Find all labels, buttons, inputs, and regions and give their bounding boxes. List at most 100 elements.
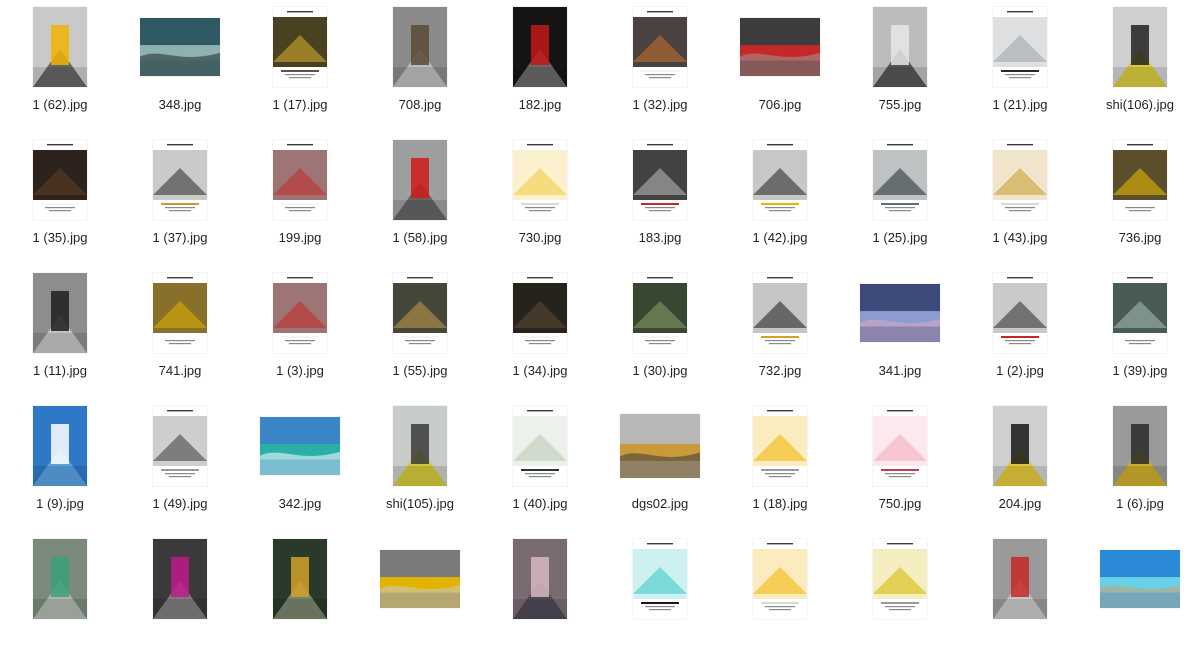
thumbnail-frame xyxy=(500,406,580,486)
file-name-label: 732.jpg xyxy=(758,363,802,378)
file-tile[interactable]: 182.jpg xyxy=(490,7,590,127)
file-name-label: 1 (49).jpg xyxy=(152,496,208,511)
thumbnail-image xyxy=(753,406,807,486)
file-grid: 1 (62).jpg 348.jpg 1 (17).jpg 708.jpg 18… xyxy=(0,0,1200,619)
thumbnail-frame xyxy=(140,140,220,220)
file-tile[interactable]: 1 (9).jpg xyxy=(10,406,110,526)
file-tile[interactable] xyxy=(850,539,950,659)
file-tile[interactable]: 1 (43).jpg xyxy=(970,140,1070,260)
thumbnail-frame xyxy=(380,140,460,220)
thumbnail-image xyxy=(753,273,807,353)
thumbnail-frame xyxy=(140,273,220,353)
file-tile[interactable]: shi(105).jpg xyxy=(370,406,470,526)
file-tile[interactable] xyxy=(610,539,710,659)
file-tile[interactable]: 1 (42).jpg xyxy=(730,140,830,260)
file-tile[interactable]: dgs02.jpg xyxy=(610,406,710,526)
file-name-label: 755.jpg xyxy=(878,97,922,112)
file-tile[interactable] xyxy=(970,539,1070,659)
file-tile[interactable]: 348.jpg xyxy=(130,7,230,127)
thumbnail-frame xyxy=(380,7,460,87)
file-name-label: 1 (21).jpg xyxy=(992,97,1048,112)
file-name-label: 204.jpg xyxy=(998,496,1042,511)
thumbnail-frame xyxy=(740,273,820,353)
file-tile[interactable] xyxy=(490,539,590,659)
file-name-label: 1 (9).jpg xyxy=(36,496,84,511)
file-tile[interactable]: 1 (49).jpg xyxy=(130,406,230,526)
thumbnail-image xyxy=(513,140,567,220)
thumbnail-image xyxy=(33,406,87,486)
file-tile[interactable]: 736.jpg xyxy=(1090,140,1190,260)
file-name-label: 1 (6).jpg xyxy=(1116,496,1164,511)
file-tile[interactable]: 755.jpg xyxy=(850,7,950,127)
file-tile[interactable]: 750.jpg xyxy=(850,406,950,526)
file-tile[interactable]: 1 (39).jpg xyxy=(1090,273,1190,393)
file-tile[interactable]: 341.jpg xyxy=(850,273,950,393)
thumbnail-image xyxy=(873,140,927,220)
thumbnail-image xyxy=(273,140,327,220)
thumbnail-frame xyxy=(260,140,340,220)
thumbnail-image xyxy=(1100,550,1180,608)
file-name-label: shi(105).jpg xyxy=(386,496,454,511)
file-tile[interactable] xyxy=(370,539,470,659)
file-tile[interactable]: 1 (35).jpg xyxy=(10,140,110,260)
file-tile[interactable]: 183.jpg xyxy=(610,140,710,260)
file-name-label: 1 (30).jpg xyxy=(632,363,688,378)
file-tile[interactable]: 204.jpg xyxy=(970,406,1070,526)
file-name-label: 1 (3).jpg xyxy=(276,363,324,378)
file-name-label: 199.jpg xyxy=(278,230,322,245)
file-tile[interactable]: 1 (25).jpg xyxy=(850,140,950,260)
thumbnail-frame xyxy=(20,539,100,619)
file-tile[interactable]: 1 (40).jpg xyxy=(490,406,590,526)
file-tile[interactable] xyxy=(1090,539,1190,659)
thumbnail-frame xyxy=(620,7,700,87)
file-tile[interactable] xyxy=(730,539,830,659)
file-tile[interactable]: 708.jpg xyxy=(370,7,470,127)
file-tile[interactable]: 1 (55).jpg xyxy=(370,273,470,393)
thumbnail-image xyxy=(993,539,1047,619)
file-tile[interactable]: 730.jpg xyxy=(490,140,590,260)
thumbnail-image xyxy=(513,273,567,353)
thumbnail-image xyxy=(860,284,940,342)
file-tile[interactable]: 1 (34).jpg xyxy=(490,273,590,393)
file-tile[interactable]: 732.jpg xyxy=(730,273,830,393)
file-tile[interactable]: 1 (18).jpg xyxy=(730,406,830,526)
file-tile[interactable]: 1 (11).jpg xyxy=(10,273,110,393)
thumbnail-image xyxy=(153,273,207,353)
file-tile[interactable]: 1 (6).jpg xyxy=(1090,406,1190,526)
file-tile[interactable]: 1 (58).jpg xyxy=(370,140,470,260)
file-tile[interactable]: shi(106).jpg xyxy=(1090,7,1190,127)
thumbnail-image xyxy=(273,273,327,353)
file-tile[interactable]: 199.jpg xyxy=(250,140,350,260)
file-tile[interactable]: 1 (3).jpg xyxy=(250,273,350,393)
thumbnail-image xyxy=(140,18,220,76)
file-tile[interactable] xyxy=(10,539,110,659)
thumbnail-frame xyxy=(860,273,940,353)
thumbnail-frame xyxy=(980,7,1060,87)
file-name-label: shi(106).jpg xyxy=(1106,97,1174,112)
file-tile[interactable]: 1 (32).jpg xyxy=(610,7,710,127)
thumbnail-image xyxy=(633,273,687,353)
file-tile[interactable] xyxy=(250,539,350,659)
file-tile[interactable]: 342.jpg xyxy=(250,406,350,526)
file-tile[interactable]: 1 (21).jpg xyxy=(970,7,1070,127)
file-name-label: 1 (39).jpg xyxy=(1112,363,1168,378)
file-tile[interactable]: 1 (37).jpg xyxy=(130,140,230,260)
file-name-label: 182.jpg xyxy=(518,97,562,112)
file-tile[interactable]: 706.jpg xyxy=(730,7,830,127)
file-tile[interactable]: 1 (30).jpg xyxy=(610,273,710,393)
file-tile[interactable]: 741.jpg xyxy=(130,273,230,393)
thumbnail-image xyxy=(753,539,807,619)
thumbnail-image xyxy=(873,539,927,619)
thumbnail-image xyxy=(513,7,567,87)
thumbnail-frame xyxy=(860,7,940,87)
thumbnail-image xyxy=(393,273,447,353)
thumbnail-image xyxy=(513,539,567,619)
file-tile[interactable]: 1 (2).jpg xyxy=(970,273,1070,393)
file-tile[interactable]: 1 (62).jpg xyxy=(10,7,110,127)
file-tile[interactable] xyxy=(130,539,230,659)
file-name-label: 706.jpg xyxy=(758,97,802,112)
file-name-label: 342.jpg xyxy=(278,496,322,511)
file-tile[interactable]: 1 (17).jpg xyxy=(250,7,350,127)
thumbnail-frame xyxy=(1100,140,1180,220)
file-name-label: 1 (37).jpg xyxy=(152,230,208,245)
